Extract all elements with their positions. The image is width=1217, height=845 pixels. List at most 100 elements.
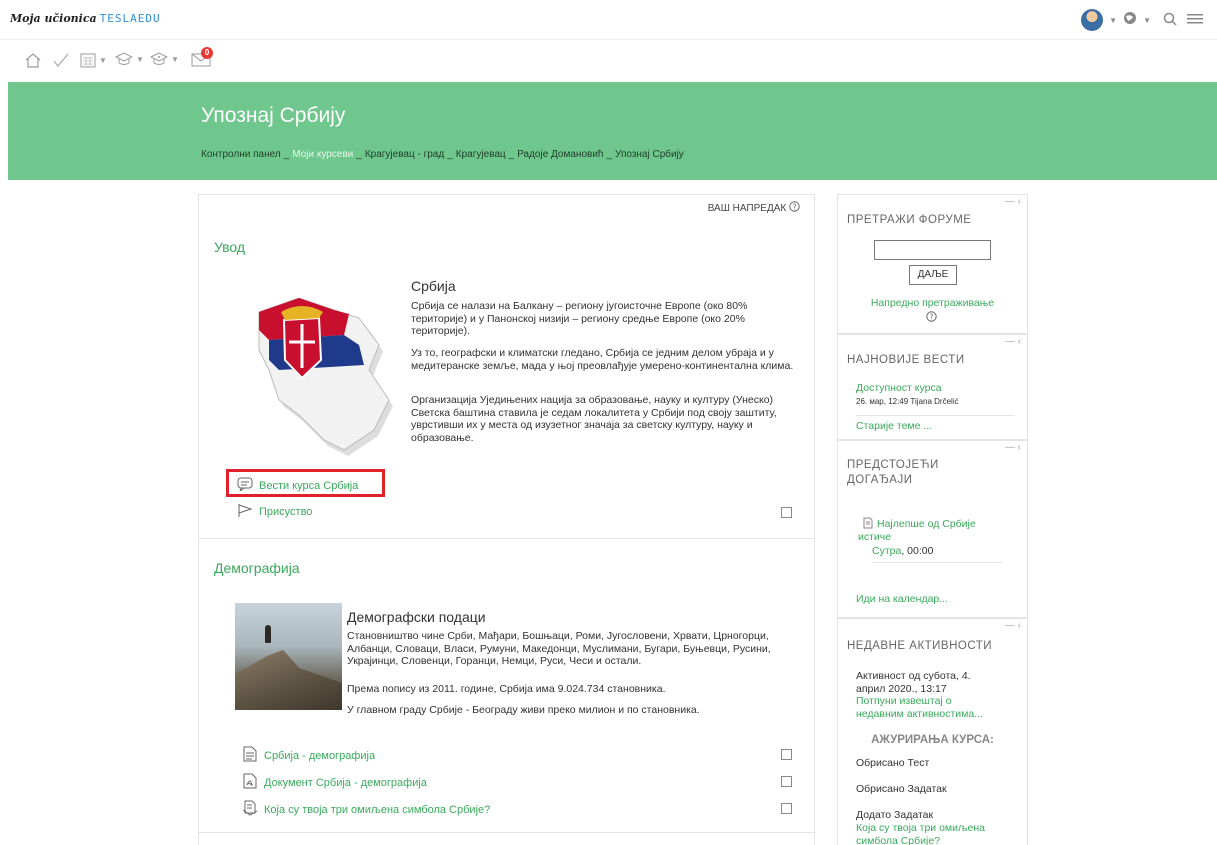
- paragraph: Уз то, географски и климатски гледано, С…: [411, 347, 794, 372]
- event-link-line: истиче: [858, 530, 892, 543]
- brand-suffix: TESLAEDU: [99, 12, 161, 25]
- block-controls[interactable]: — ‹: [1005, 442, 1021, 453]
- news-item-link[interactable]: Доступност курса: [856, 382, 942, 395]
- event-time: , 00:00: [901, 545, 934, 557]
- update-item-link-line: симбола Србије?: [856, 834, 941, 845]
- quick-icon-bar: ▼ ▼ ▼ 0: [0, 40, 1217, 82]
- block-upcoming-events: — ‹ ПРЕДСТОЈЕЋИ ДОГАЂАЈИ Најлепше од Срби…: [837, 440, 1028, 618]
- block-search-forums: — ‹ ПРЕТРАЖИ ФОРУМЕ ДАЉЕ Напредно претра…: [837, 194, 1028, 334]
- breadcrumb-item[interactable]: Крагујевац: [456, 149, 506, 160]
- completion-checkbox[interactable]: [781, 803, 792, 814]
- course-header: Упознај Србију Контролни панел _ Моји кур…: [8, 82, 1217, 180]
- block-title-line: ПРЕДСТОЈЕЋИ: [847, 459, 939, 471]
- chevron-down-icon[interactable]: ▼: [1143, 16, 1151, 25]
- block-controls[interactable]: — ‹: [1005, 620, 1021, 631]
- activity-link[interactable]: Србија - демографија: [264, 750, 375, 762]
- event-link[interactable]: Најлепше од Србије истиче: [858, 518, 1023, 543]
- activity-link[interactable]: Присуство: [259, 506, 312, 518]
- site-logo[interactable]: Moja učionica TESLAEDU: [10, 12, 161, 25]
- mail-icon[interactable]: 0: [191, 47, 213, 67]
- activity-since: Активност од субота, 4. април 2020., 13:1…: [856, 670, 971, 695]
- home-icon[interactable]: [24, 52, 42, 68]
- globe-icon[interactable]: [1123, 11, 1137, 30]
- update-item-link[interactable]: Која су твоја три омиљена симбола Србије?: [856, 822, 985, 845]
- pdf-icon: [242, 773, 258, 792]
- paragraph: Према попису из 2011. године, Србија има…: [347, 683, 666, 695]
- activity-page[interactable]: Србија - демографија: [242, 746, 375, 765]
- assignment-icon: [242, 800, 258, 819]
- activity-since-line: Активност од субота, 4.: [856, 670, 971, 682]
- graduation-cap-icon[interactable]: ▼: [115, 52, 144, 66]
- courses-icon[interactable]: ▼: [150, 52, 179, 66]
- breadcrumb-item[interactable]: Контролни панел: [201, 149, 281, 160]
- help-icon[interactable]: ?: [789, 201, 800, 214]
- breadcrumb-item[interactable]: Радоје Домановић: [517, 149, 603, 160]
- event-date-link[interactable]: Сутра: [872, 545, 901, 557]
- label-heading: Демографски подаци: [347, 609, 486, 625]
- block-controls[interactable]: — ‹: [1005, 196, 1021, 207]
- search-button[interactable]: ДАЉЕ: [909, 265, 957, 285]
- chevron-down-icon: ▼: [136, 54, 144, 64]
- chevron-down-icon: ▼: [99, 55, 107, 65]
- section-title-uvod[interactable]: Увод: [214, 239, 245, 255]
- full-report-link[interactable]: Потпуни извештај о недавним активностима.…: [856, 695, 983, 720]
- activity-link[interactable]: Која су твоја три омиљена симбола Србије…: [264, 804, 490, 816]
- svg-text:?: ?: [930, 312, 934, 321]
- section-divider: [199, 538, 814, 539]
- activity-attendance[interactable]: Присуство: [237, 503, 312, 520]
- activity-pdf[interactable]: Документ Србија - демографија: [242, 773, 427, 792]
- progress-label: ВАШ НАПРЕДАК ?: [708, 201, 800, 214]
- older-topics-link[interactable]: Старије теме ...: [856, 420, 932, 433]
- breadcrumb-item[interactable]: Моји курсеви: [292, 149, 353, 160]
- page-icon: [242, 746, 258, 765]
- user-menu-area: ▼ ▼: [1081, 9, 1203, 31]
- block-title: НЕДАВНЕ АКТИВНОСТИ: [847, 640, 993, 652]
- block-latest-news: — ‹ НАЈНОВИЈЕ ВЕСТИ Доступност курса 26.…: [837, 334, 1028, 440]
- activity-link[interactable]: Документ Србија - демографија: [264, 777, 427, 789]
- paragraph: Србија се налази на Балкану – региону ју…: [411, 300, 748, 337]
- news-item-meta: 26. мар, 12:49 Tijana Drčelić: [856, 397, 959, 406]
- block-title: ПРЕТРАЖИ ФОРУМЕ: [847, 214, 972, 226]
- block-title-line: ДОГАЂАЈИ: [847, 474, 913, 486]
- completion-checkbox[interactable]: [781, 507, 792, 518]
- chevron-down-icon: ▼: [171, 54, 179, 64]
- go-to-calendar-link[interactable]: Иди на календар...: [856, 593, 948, 606]
- activity-since-line: април 2020., 13:17: [856, 682, 947, 695]
- completion-checkbox[interactable]: [781, 776, 792, 787]
- checkmark-icon[interactable]: [52, 52, 70, 68]
- calendar-icon[interactable]: ▼: [80, 52, 107, 68]
- activity-assignment[interactable]: Која су твоја три омиљена симбола Србије…: [242, 800, 490, 819]
- full-report-line: Потпуни извештај о: [856, 695, 952, 707]
- help-icon[interactable]: ?: [926, 311, 937, 325]
- advanced-search-link[interactable]: Напредно претраживање: [838, 297, 1027, 310]
- breadcrumb: Контролни панел _ Моји курсеви _ Крагујева…: [201, 149, 684, 160]
- full-report-line: недавним активностима...: [856, 707, 983, 720]
- svg-text:?: ?: [793, 202, 797, 211]
- course-content: ВАШ НАПРЕДАК ? Увод Србија Србија се нал…: [198, 194, 815, 845]
- event-link-line: Најлепше од Србије: [877, 518, 976, 530]
- brand-name: Moja učionica: [10, 12, 97, 25]
- update-item: Обрисано Задатак: [856, 783, 947, 795]
- breadcrumb-item[interactable]: Крагујевац - град: [365, 149, 444, 160]
- search-icon[interactable]: [1163, 12, 1177, 29]
- update-item: Додато Задатак: [856, 809, 934, 821]
- avatar[interactable]: [1081, 9, 1104, 31]
- top-navbar: Moja učionica TESLAEDU ▼ ▼: [0, 0, 1217, 40]
- paragraph: Становништво чине Срби, Мађари, Бошњаци,…: [347, 630, 771, 667]
- breadcrumb-item-current[interactable]: Упознај Србију: [615, 149, 684, 160]
- search-input[interactable]: [874, 240, 991, 260]
- update-item: Обрисано Тест: [856, 757, 930, 769]
- block-controls[interactable]: — ‹: [1005, 336, 1021, 347]
- chevron-down-icon[interactable]: ▼: [1109, 16, 1117, 25]
- label-heading: Србија: [411, 278, 456, 294]
- section-title-demografija[interactable]: Демографија: [214, 560, 300, 576]
- activity-link[interactable]: Вести курса Србија: [259, 480, 358, 492]
- block-recent-activity: — ‹ НЕДАВНЕ АКТИВНОСТИ Активност од субо…: [837, 618, 1028, 845]
- menu-icon[interactable]: [1187, 12, 1203, 29]
- course-updates-heading: АЖУРИРАЊА КУРСА:: [871, 734, 994, 746]
- progress-label-text: ВАШ НАПРЕДАК: [707, 203, 787, 214]
- completion-checkbox[interactable]: [781, 749, 792, 760]
- flag-icon: [237, 503, 253, 520]
- page-title: Упознај Србију: [201, 104, 346, 127]
- activity-forum-news[interactable]: Вести курса Србија: [237, 477, 358, 494]
